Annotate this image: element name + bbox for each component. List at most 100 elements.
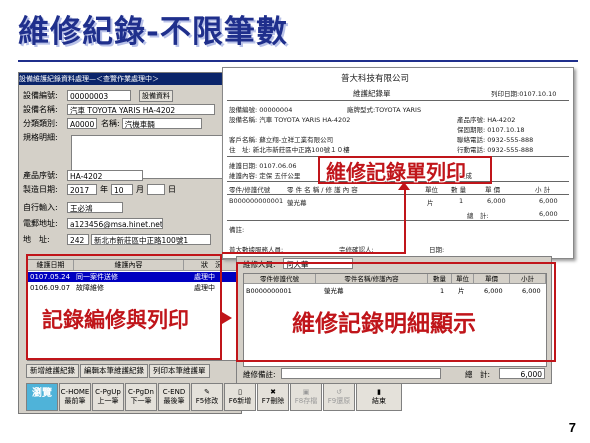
last-record-button[interactable]: C-END 最後筆 (158, 383, 190, 411)
year-unit: 年 (100, 185, 108, 194)
arrow-right-icon (222, 312, 232, 324)
spec-row: 規格明細: (23, 131, 67, 144)
remark-field[interactable] (281, 368, 441, 379)
next-record-key: C-PgDn (128, 388, 154, 396)
doc-device-no: 設備編號: 00000004 (229, 106, 293, 114)
zip-field[interactable]: 242 (67, 234, 89, 245)
serial-label: 產品序號: (23, 171, 58, 180)
detail-annotation: 維修記錄明細顯示 (292, 310, 476, 337)
device-no-label: 設備編號: (23, 91, 58, 100)
first-record-button[interactable]: C-HOME 最前筆 (59, 383, 91, 411)
item-code: B000000000001 (229, 197, 284, 205)
prev-record-key: C-PgUp (95, 388, 121, 396)
divider (227, 220, 569, 221)
day-unit: 日 (168, 185, 176, 194)
email-field[interactable]: a123456@msa.hinet.net (67, 218, 163, 229)
title-underline (18, 60, 578, 62)
window-title: 設備維護紀錄資料處理—＜查覽作業處理中＞ (19, 73, 241, 85)
record-tabs: 新增維護紀錄 編輯本筆維護紀錄 列印本筆維護單 (26, 364, 238, 378)
edit-annotation: 記錄編修與列印 (42, 307, 189, 332)
mfg-month-select[interactable]: 10 (111, 184, 133, 195)
restore-button[interactable]: ↺ F9還原 (323, 383, 355, 411)
prev-record-label: 上一筆 (97, 397, 119, 405)
item-header-price: 單 價 (485, 186, 501, 194)
last-record-key: C-END (162, 388, 186, 396)
next-record-button[interactable]: C-PgDn 下一筆 (125, 383, 157, 411)
device-data-button[interactable]: 設備資料 (139, 89, 173, 102)
item-qty: 1 (459, 197, 464, 205)
doc-address: 住 址: 新北市新莊區中正路100號１０樓 (229, 146, 350, 154)
detail-total-field: 6,000 (499, 368, 545, 379)
device-no-field[interactable]: 00000003 (67, 90, 131, 101)
doc-tel: 聯絡電話: 0932-555-888 (457, 136, 534, 144)
item-header-code: 零件/修護代號 (229, 186, 271, 194)
address-label: 地 址: (23, 235, 50, 244)
remark-label-detail: 維修備註: (243, 370, 276, 379)
item-price: 6,000 (487, 197, 506, 205)
company-name: 普大科技有限公司 (341, 74, 410, 84)
serial-field[interactable]: HA-4202 (67, 170, 143, 181)
last-record-label: 最後筆 (163, 397, 185, 405)
print-date: 列印日期:0107.10.10 (491, 90, 557, 98)
month-unit: 月 (136, 185, 144, 194)
divider (227, 100, 569, 101)
item-subtotal: 6,000 (539, 197, 558, 205)
item-header-subtotal: 小 計 (535, 186, 551, 194)
prev-record-button[interactable]: C-PgUp 上一筆 (92, 383, 124, 411)
remark-label: 備註: (229, 226, 245, 234)
slide-title: 維修紀錄-不限筆數 (18, 14, 288, 50)
print-arrow-line (404, 186, 406, 252)
edit-button[interactable]: ✎ F5修改 (191, 383, 223, 411)
tab-edit-record[interactable]: 編輯本筆維護紀錄 (80, 364, 148, 378)
tab-add-record[interactable]: 新增維護紀錄 (26, 364, 79, 378)
email-row: 電郵地址: a123456@msa.hinet.net (23, 217, 163, 230)
divider (227, 194, 569, 195)
sign-date-label: 日期: (429, 246, 445, 254)
exit-button[interactable]: ▮ 結束 (356, 383, 402, 411)
device-name-label: 設備名稱: (23, 105, 58, 114)
category-code-field[interactable]: A0000 (67, 118, 97, 129)
item-header-unit: 單位 (425, 186, 438, 194)
delete-icon: ✖ (270, 388, 276, 396)
first-record-key: C-HOME (60, 388, 90, 396)
device-name-field[interactable]: 汽車 TOYOTA YARIS HA-4202 (67, 104, 215, 115)
email-label: 電郵地址: (23, 219, 58, 228)
restore-icon: ↺ (336, 388, 342, 396)
doc-model: 廠牌型式:TOYOTA YARIS (347, 106, 422, 114)
spec-label: 規格明細: (23, 133, 58, 142)
page-number: 7 (568, 420, 576, 435)
category-name-field[interactable]: 汽機車輛 (121, 118, 202, 129)
category-label: 分類類別: (23, 119, 58, 128)
restore-label: F9還原 (327, 397, 351, 405)
first-record-label: 最前筆 (64, 397, 86, 405)
delete-label: F7刪除 (261, 397, 285, 405)
mfg-year-select[interactable]: 2017 (67, 184, 97, 195)
door-icon: ▮ (377, 388, 381, 396)
address-field[interactable]: 新北市新莊區中正路100號1 (91, 234, 211, 245)
browse-button[interactable]: 瀏覽 (26, 383, 58, 411)
delete-button[interactable]: ✖ F7刪除 (257, 383, 289, 411)
tab-print-record[interactable]: 列印本筆維護單 (149, 364, 210, 378)
new-file-icon: ▯ (238, 388, 242, 396)
address-row: 地 址: 242 新北市新莊區中正路100號1 (23, 233, 211, 246)
mfg-day-select[interactable] (147, 184, 165, 195)
document-title: 維護紀錄單 (353, 89, 391, 98)
item-header-name: 零 件 名 稱 / 修 護 內 容 (287, 186, 358, 194)
doc-serial: 產品序號: HA-4202 (457, 116, 516, 124)
mfg-label: 製造日期: (23, 185, 58, 194)
doc-repair-date: 維護日期: 0107.06.06 (229, 162, 297, 170)
serial-row: 產品序號: HA-4202 (23, 169, 143, 182)
save-button[interactable]: ▣ F8存檔 (290, 383, 322, 411)
edit-label: F5修改 (195, 397, 219, 405)
toolbar: 瀏覽 C-HOME 最前筆 C-PgUp 上一筆 C-PgDn 下一筆 C-END 最後… (26, 383, 403, 411)
category-name-label: 名稱: (101, 119, 120, 128)
exit-label: 結束 (372, 397, 386, 405)
doc-repair-content: 維護內容: 定保 五仟公里 (229, 172, 301, 180)
save-icon: ▣ (302, 388, 310, 396)
doc-device-name: 設備名稱: 汽車 TOYOTA YARIS HA-4202 (229, 116, 351, 124)
add-button[interactable]: ▯ F6新增 (224, 383, 256, 411)
item-header-qty: 數 量 (451, 186, 467, 194)
input-field[interactable]: 王必鴻 (67, 202, 123, 213)
add-label: F6新增 (228, 397, 252, 405)
app-window: 設備維護紀錄資料處理—＜查覽作業處理中＞ 設備編號: 00000003 設備資料… (18, 72, 242, 414)
